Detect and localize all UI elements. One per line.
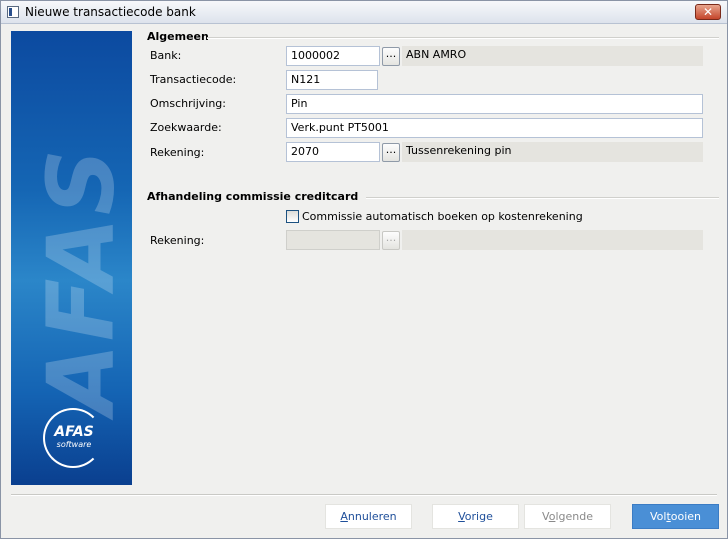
rekening-input[interactable]: 2070 (286, 142, 380, 162)
volgende-label: lgende (555, 510, 593, 523)
commissie-rekening-label: Rekening: (150, 234, 205, 247)
omschrijving-input[interactable]: Pin (286, 94, 703, 114)
bank-input[interactable]: 1000002 (286, 46, 380, 66)
logo-subtext: software (56, 440, 92, 449)
volgende-button: Volgende (524, 504, 611, 529)
dialog-window: Nieuwe transactiecode bank ✕ AFAS AFAS s… (0, 0, 728, 539)
banner-watermark: AFAS (27, 146, 133, 415)
commissie-checkbox[interactable] (286, 210, 299, 223)
commissie-rekening-name-display (402, 230, 703, 250)
transactiecode-label: Transactiecode: (150, 73, 237, 86)
section-divider (366, 197, 719, 199)
commissie-rekening-input (286, 230, 380, 250)
window-title: Nieuwe transactiecode bank (25, 5, 196, 19)
volgende-label-pre: V (542, 510, 549, 523)
bank-name-display: ABN AMRO (402, 46, 703, 66)
vorige-button[interactable]: Vorige (432, 504, 519, 529)
vorige-label: orige (464, 510, 493, 523)
rekening-label: Rekening: (150, 146, 205, 159)
section-title-algemeen: Algemeen (147, 30, 209, 43)
commissie-checkbox-label[interactable]: Commissie automatisch boeken op kostenre… (302, 210, 583, 223)
omschrijving-label: Omschrijving: (150, 97, 226, 110)
bank-browse-button[interactable]: ... (382, 47, 400, 66)
bank-label: Bank: (150, 49, 182, 62)
zoekwaarde-label: Zoekwaarde: (150, 121, 222, 134)
logo-text: AFAS (54, 424, 94, 440)
close-button[interactable]: ✕ (695, 4, 721, 20)
rekening-browse-button[interactable]: ... (382, 143, 400, 162)
zoekwaarde-input[interactable]: Verk.punt PT5001 (286, 118, 703, 138)
voltooien-label: ooien (670, 510, 702, 523)
section-divider (207, 37, 719, 39)
window-icon (7, 6, 19, 18)
rekening-name-display: Tussenrekening pin (402, 142, 703, 162)
annuleren-button[interactable]: Annuleren (325, 504, 412, 529)
afas-logo: AFAS software (43, 408, 103, 468)
vorige-mnemonic: V (458, 510, 465, 523)
voltooien-label-pre: Vol (649, 510, 667, 523)
commissie-rekening-browse-button: ... (382, 231, 400, 250)
afas-banner: AFAS AFAS software (11, 31, 132, 485)
section-title-afhandeling: Afhandeling commissie creditcard (147, 190, 359, 203)
transactiecode-input[interactable]: N121 (286, 70, 378, 90)
annuleren-mnemonic: A (340, 510, 348, 523)
title-bar[interactable]: Nieuwe transactiecode bank ✕ (1, 1, 727, 24)
voltooien-button[interactable]: Voltooien (632, 504, 719, 529)
footer-divider (11, 494, 717, 496)
annuleren-label: nnuleren (347, 510, 397, 523)
